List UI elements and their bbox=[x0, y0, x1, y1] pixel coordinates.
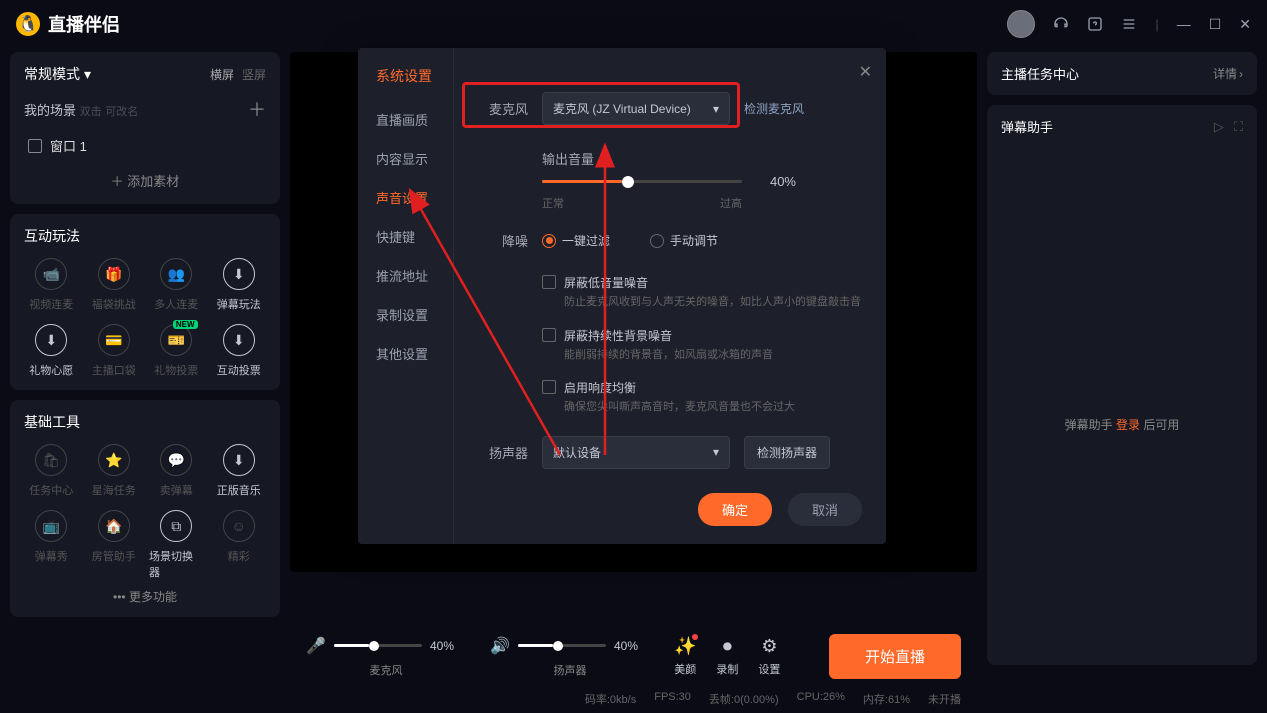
section-interactive-title: 互动玩法 bbox=[24, 226, 266, 246]
speaker-volume-slider[interactable] bbox=[518, 644, 606, 647]
grid-item-2[interactable]: 👥多人连麦 bbox=[149, 258, 204, 312]
grid-item-7[interactable]: ⬇互动投票 bbox=[212, 324, 267, 378]
task-center-title: 主播任务中心 bbox=[1001, 64, 1079, 83]
grid-item-3[interactable]: ⬇正版音乐 bbox=[212, 444, 267, 498]
modal-close-button[interactable]: ✕ bbox=[859, 62, 872, 82]
grid-item-1[interactable]: ⭐星海任务 bbox=[87, 444, 142, 498]
modal-tab-2[interactable]: 声音设置 bbox=[358, 178, 453, 217]
status-bar: 码率:0kb/s FPS:30 丢帧:0(0.00%) CPU:26% 内存:6… bbox=[585, 691, 961, 707]
orientation-portrait[interactable]: 竖屏 bbox=[242, 66, 266, 83]
beauty-button[interactable]: ✨ 美颜 bbox=[674, 636, 696, 677]
title-bar: 🐧 直播伴侣 | — ☐ ✕ bbox=[0, 0, 1267, 48]
noise-auto-radio[interactable]: 一键过滤 bbox=[542, 232, 610, 249]
grid-item-1[interactable]: 🎁福袋挑战 bbox=[87, 258, 142, 312]
grid-item-5[interactable]: 🏠房管助手 bbox=[87, 510, 142, 580]
headset-icon[interactable] bbox=[1053, 16, 1069, 32]
mic-icon[interactable]: 🎤 bbox=[306, 636, 326, 656]
maximize-button[interactable]: ☐ bbox=[1209, 16, 1222, 33]
grid-item-4[interactable]: ⬇礼物心愿 bbox=[24, 324, 79, 378]
output-volume-slider[interactable] bbox=[542, 180, 742, 183]
settings-button[interactable]: ⚙ 设置 bbox=[758, 636, 780, 677]
app-logo-icon: 🐧 bbox=[16, 12, 40, 36]
checkbox-1[interactable] bbox=[542, 328, 556, 342]
task-detail-link[interactable]: 详情 › bbox=[1213, 65, 1243, 82]
menu-icon[interactable] bbox=[1121, 16, 1137, 32]
settings-modal: 系统设置 直播画质内容显示声音设置快捷键推流地址录制设置其他设置 ✕ 麦克风 麦… bbox=[358, 48, 886, 544]
cancel-button[interactable]: 取消 bbox=[788, 493, 862, 526]
speaker-icon[interactable]: 🔊 bbox=[490, 636, 510, 656]
grid-item-2[interactable]: 💬卖弹幕 bbox=[149, 444, 204, 498]
mode-dropdown[interactable]: 常规模式▾ bbox=[24, 64, 91, 84]
scenes-label: 我的场景 bbox=[24, 103, 76, 118]
checkbox-0[interactable] bbox=[542, 275, 556, 289]
modal-tab-5[interactable]: 录制设置 bbox=[358, 295, 453, 334]
noise-manual-radio[interactable]: 手动调节 bbox=[650, 232, 718, 249]
output-volume-label: 输出音量 bbox=[542, 149, 594, 168]
mic-volume-slider[interactable] bbox=[334, 644, 422, 647]
grid-item-6[interactable]: ⧉场景切换器 bbox=[149, 510, 204, 580]
login-link[interactable]: 登录 bbox=[1116, 418, 1140, 432]
add-scene-button[interactable]: ＋ bbox=[248, 96, 266, 122]
grid-item-4[interactable]: 📺弹幕秀 bbox=[24, 510, 79, 580]
section-tools-title: 基础工具 bbox=[24, 412, 266, 432]
grid-item-5[interactable]: 💳主播口袋 bbox=[87, 324, 142, 378]
help-icon[interactable] bbox=[1087, 16, 1103, 32]
grid-item-3[interactable]: ⬇弹幕玩法 bbox=[212, 258, 267, 312]
modal-tab-4[interactable]: 推流地址 bbox=[358, 256, 453, 295]
close-button[interactable]: ✕ bbox=[1239, 16, 1251, 33]
record-button[interactable]: ⏺ 录制 bbox=[716, 636, 738, 677]
modal-tab-0[interactable]: 直播画质 bbox=[358, 100, 453, 139]
modal-tab-3[interactable]: 快捷键 bbox=[358, 217, 453, 256]
app-title: 直播伴侣 bbox=[48, 11, 120, 37]
danmu-expand-icon[interactable]: ⛶ bbox=[1234, 119, 1243, 135]
modal-tab-1[interactable]: 内容显示 bbox=[358, 139, 453, 178]
modal-tab-6[interactable]: 其他设置 bbox=[358, 334, 453, 373]
detect-mic-link[interactable]: 检测麦克风 bbox=[744, 100, 804, 117]
start-stream-button[interactable]: 开始直播 bbox=[829, 634, 961, 679]
login-prompt: 弹幕助手 登录 后可用 bbox=[1001, 416, 1243, 433]
detect-speaker-button[interactable]: 检测扬声器 bbox=[744, 436, 830, 469]
mic-label: 麦克风 bbox=[478, 99, 528, 118]
more-tools-link[interactable]: ••• 更多功能 bbox=[24, 588, 266, 605]
danmu-play-icon[interactable]: ▷ bbox=[1214, 119, 1224, 135]
orientation-landscape[interactable]: 横屏 bbox=[210, 66, 234, 83]
danmu-title: 弹幕助手 bbox=[1001, 117, 1053, 136]
grid-item-6[interactable]: 🎫礼物投票NEW bbox=[149, 324, 204, 378]
window-icon bbox=[28, 139, 42, 153]
checkbox-2[interactable] bbox=[542, 380, 556, 394]
ok-button[interactable]: 确定 bbox=[698, 493, 772, 526]
scene-item[interactable]: 窗口 1 bbox=[24, 130, 266, 161]
avatar[interactable] bbox=[1007, 10, 1035, 38]
minimize-button[interactable]: — bbox=[1177, 16, 1191, 32]
mic-device-dropdown[interactable]: 麦克风 (JZ Virtual Device)▾ bbox=[542, 92, 730, 125]
grid-item-0[interactable]: 📹视频连麦 bbox=[24, 258, 79, 312]
modal-title: 系统设置 bbox=[358, 66, 453, 100]
speaker-label: 扬声器 bbox=[478, 443, 528, 462]
noise-label: 降噪 bbox=[478, 231, 528, 250]
grid-item-7[interactable]: ☺精彩 bbox=[212, 510, 267, 580]
add-source-button[interactable]: ＋ 添加素材 bbox=[24, 161, 266, 192]
grid-item-0[interactable]: 🛍任务中心 bbox=[24, 444, 79, 498]
speaker-device-dropdown[interactable]: 默认设备▾ bbox=[542, 436, 730, 469]
